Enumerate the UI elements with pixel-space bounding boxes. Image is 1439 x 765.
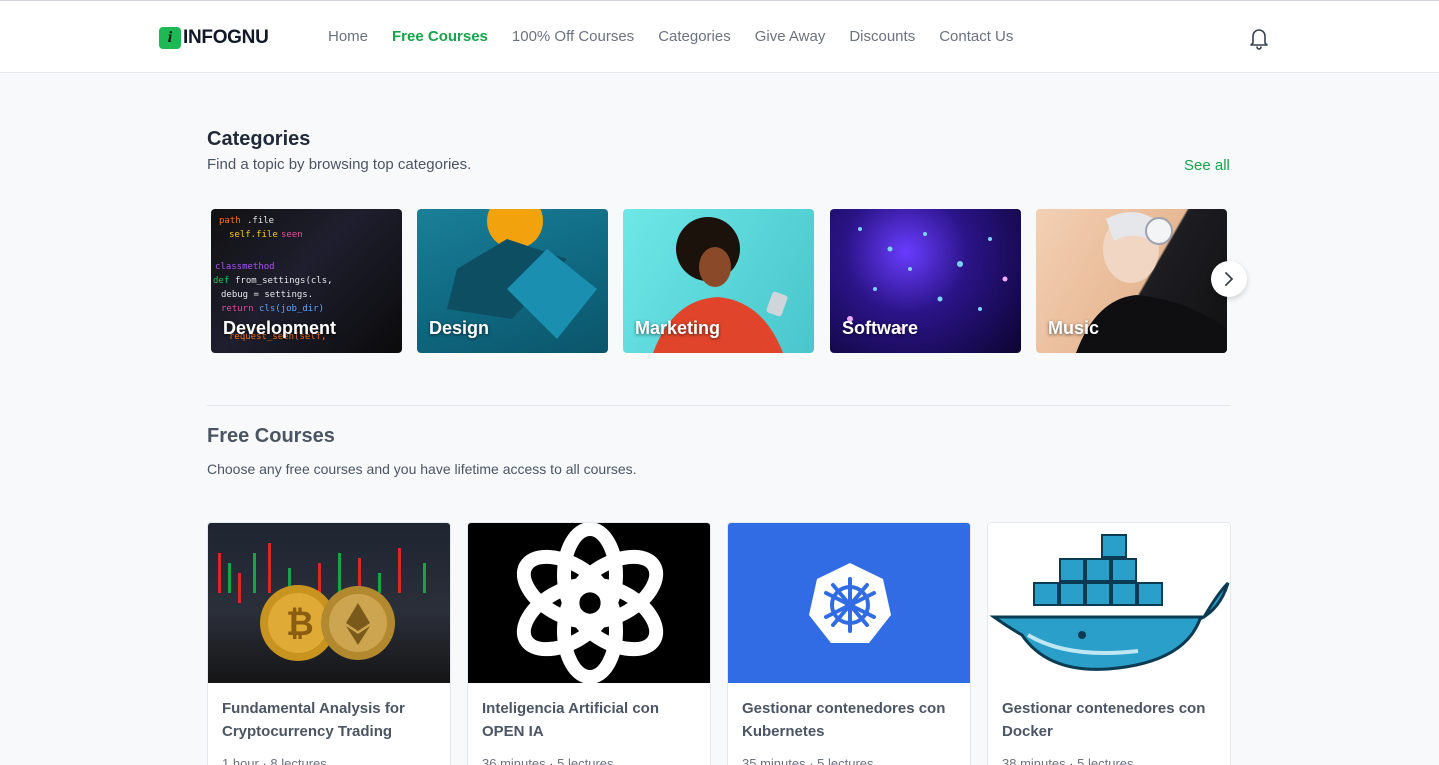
nav-categories[interactable]: Categories bbox=[658, 28, 731, 45]
svg-text:.file: .file bbox=[247, 216, 274, 226]
notification-bell-icon[interactable] bbox=[1248, 26, 1270, 50]
course-card-crypto[interactable]: ₿ Fundamental Analysis for Cryptocurrenc… bbox=[207, 522, 451, 765]
category-label: Design bbox=[429, 318, 490, 338]
category-label: Music bbox=[1048, 318, 1100, 338]
nav-free-courses[interactable]: Free Courses bbox=[392, 28, 488, 45]
category-card-marketing[interactable]: Marketing bbox=[623, 209, 814, 353]
category-card-software[interactable]: Software bbox=[830, 209, 1021, 353]
svg-text:₿: ₿ bbox=[286, 604, 314, 644]
course-card-openai[interactable]: Inteligencia Artificial con OPEN IA 36 m… bbox=[467, 522, 711, 765]
course-thumbnail bbox=[988, 523, 1230, 683]
categories-title: Categories bbox=[207, 128, 311, 150]
nav-give-away[interactable]: Give Away bbox=[755, 28, 826, 45]
nav-100-off-courses[interactable]: 100% Off Courses bbox=[512, 28, 634, 45]
svg-text:self.file: self.file bbox=[229, 230, 278, 240]
nav-discounts[interactable]: Discounts bbox=[849, 28, 915, 45]
site-logo[interactable]: i INFOGNU bbox=[159, 26, 269, 50]
course-thumbnail bbox=[468, 523, 710, 683]
course-title: Fundamental Analysis for Cryptocurrency … bbox=[222, 700, 405, 740]
free-courses-title: Free Courses bbox=[207, 425, 335, 447]
course-card-kubernetes[interactable]: Gestionar contenedores con Kubernetes 35… bbox=[727, 522, 971, 765]
section-divider bbox=[207, 405, 1231, 406]
svg-text:return: return bbox=[221, 304, 254, 314]
course-meta: 38 minutes · 5 lectures bbox=[1002, 756, 1134, 765]
category-label: Development bbox=[223, 318, 337, 338]
svg-text:debug = settings.: debug = settings. bbox=[221, 290, 313, 300]
svg-text:cls(job_dir): cls(job_dir) bbox=[259, 304, 324, 314]
logo-text: INFOGNU bbox=[183, 27, 269, 48]
course-thumbnail: ₿ bbox=[208, 523, 450, 683]
chevron-right-icon bbox=[1225, 272, 1233, 286]
free-courses-subtitle: Choose any free courses and you have lif… bbox=[207, 461, 637, 477]
course-title: Gestionar contenedores con Kubernetes bbox=[742, 700, 946, 740]
course-title: Gestionar contenedores con Docker bbox=[1002, 700, 1206, 740]
course-title: Inteligencia Artificial con OPEN IA bbox=[482, 700, 659, 740]
svg-text:path: path bbox=[219, 216, 241, 226]
nav-home[interactable]: Home bbox=[328, 28, 368, 45]
course-card-docker[interactable]: Gestionar contenedores con Docker 38 min… bbox=[987, 522, 1231, 765]
svg-text:from_settings(cls,: from_settings(cls, bbox=[235, 276, 333, 286]
course-meta: 1 hour · 8 lectures bbox=[222, 756, 327, 765]
course-meta: 35 minutes · 5 lectures bbox=[742, 756, 874, 765]
categories-subtitle: Find a topic by browsing top categories. bbox=[207, 156, 472, 173]
openai-logo-icon bbox=[516, 523, 664, 683]
category-label: Software bbox=[842, 318, 919, 338]
logo-mark: i bbox=[159, 27, 181, 49]
svg-text:def: def bbox=[213, 276, 229, 286]
category-card-development[interactable]: path .file self.file seen classmethod def f… bbox=[211, 209, 402, 353]
category-card-design[interactable]: Design bbox=[417, 209, 608, 353]
course-thumbnail bbox=[728, 523, 970, 683]
nav-contact-us[interactable]: Contact Us bbox=[939, 28, 1013, 45]
docker-logo-icon bbox=[989, 534, 1230, 671]
svg-text:classmethod: classmethod bbox=[215, 262, 275, 272]
course-meta: 36 minutes · 5 lectures bbox=[482, 756, 614, 765]
category-card-music[interactable]: Music bbox=[1036, 209, 1227, 353]
carousel-next-button[interactable] bbox=[1211, 261, 1247, 297]
see-all-link[interactable]: See all bbox=[1184, 157, 1230, 174]
top-navbar: i INFOGNU Home Free Courses 100% Off Cou… bbox=[0, 0, 1439, 73]
category-label: Marketing bbox=[635, 318, 721, 338]
svg-text:seen: seen bbox=[281, 230, 303, 240]
main-nav: Home Free Courses 100% Off Courses Categ… bbox=[328, 28, 1037, 45]
kubernetes-logo-icon bbox=[809, 563, 891, 643]
